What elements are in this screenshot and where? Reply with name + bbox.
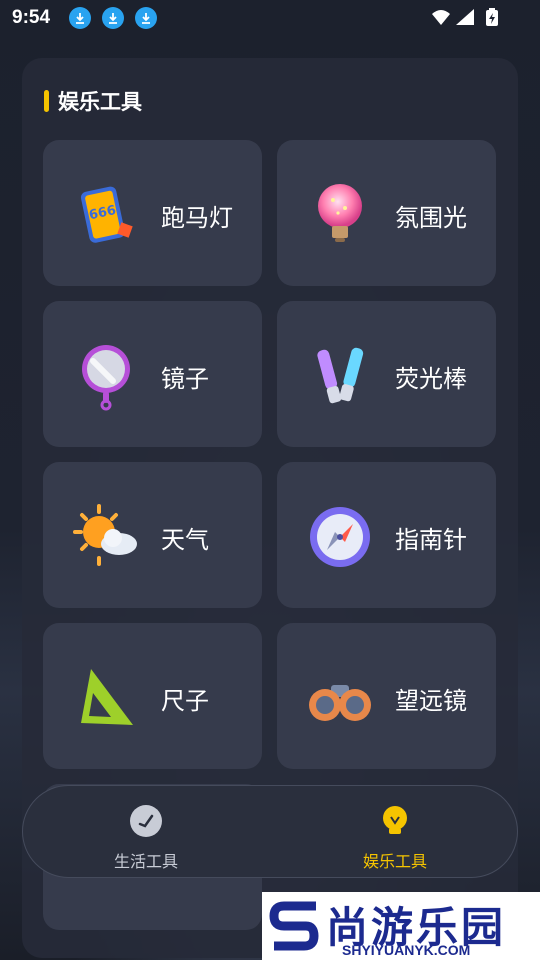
status-icons (432, 8, 498, 26)
marquee-phone-icon: 666 (80, 186, 133, 243)
tool-card-glow-stick[interactable]: 荧光棒 (277, 301, 496, 447)
nav-tab-fun-tools[interactable]: 娱乐工具 (325, 804, 465, 872)
lightbulb-icon (318, 184, 362, 242)
battery-icon (486, 8, 498, 26)
tool-card-weather[interactable]: 天气 (43, 462, 262, 608)
signal-icon (456, 9, 474, 25)
download-notification-icon (69, 7, 92, 29)
tool-card-marquee[interactable]: 666 跑马灯 (43, 140, 262, 286)
tool-label: 荧光棒 (395, 365, 467, 393)
bottom-nav: 生活工具 娱乐工具 (22, 785, 518, 878)
nav-tab-life-tools[interactable]: 生活工具 (76, 804, 216, 872)
hand-mirror-icon (82, 345, 130, 411)
wifi-icon (432, 10, 450, 25)
tool-card-compass[interactable]: 指南针 (277, 462, 496, 608)
binoculars-icon (309, 685, 371, 721)
s-logo-icon (269, 901, 319, 951)
watermark-url: SHYIYUANYK.COM (342, 942, 471, 958)
sun-cloud-icon (73, 504, 137, 566)
clock-icon (130, 805, 162, 837)
compass-icon (310, 507, 370, 567)
tool-label: 跑马灯 (161, 204, 233, 232)
tool-card-binoculars[interactable]: 望远镜 (277, 623, 496, 769)
title-accent-bar (44, 90, 49, 112)
glow-stick-icon (317, 347, 364, 404)
download-notification-icon (135, 7, 158, 29)
section-header: 娱乐工具 (44, 86, 142, 116)
tool-label: 尺子 (161, 687, 209, 715)
tool-label: 指南针 (395, 526, 467, 554)
nav-label: 生活工具 (113, 852, 178, 871)
tool-label: 望远镜 (395, 687, 467, 715)
tool-card-ambient-light[interactable]: 氛围光 (277, 140, 496, 286)
status-time: 9:54 (12, 7, 51, 28)
watermark-logo: 尚游乐园 SHYIYUANYK.COM (262, 892, 540, 960)
download-notification-icon (102, 7, 125, 29)
triangle-ruler-icon (81, 669, 133, 725)
tool-label: 镜子 (161, 365, 209, 393)
section-title: 娱乐工具 (58, 90, 142, 114)
tool-card-mirror[interactable]: 镜子 (43, 301, 262, 447)
tool-label: 天气 (161, 526, 209, 554)
tool-card-ruler[interactable]: 尺子 (43, 623, 262, 769)
tool-label: 氛围光 (395, 204, 467, 232)
nav-label: 娱乐工具 (362, 852, 427, 871)
lightbulb-nav-icon (383, 806, 407, 834)
